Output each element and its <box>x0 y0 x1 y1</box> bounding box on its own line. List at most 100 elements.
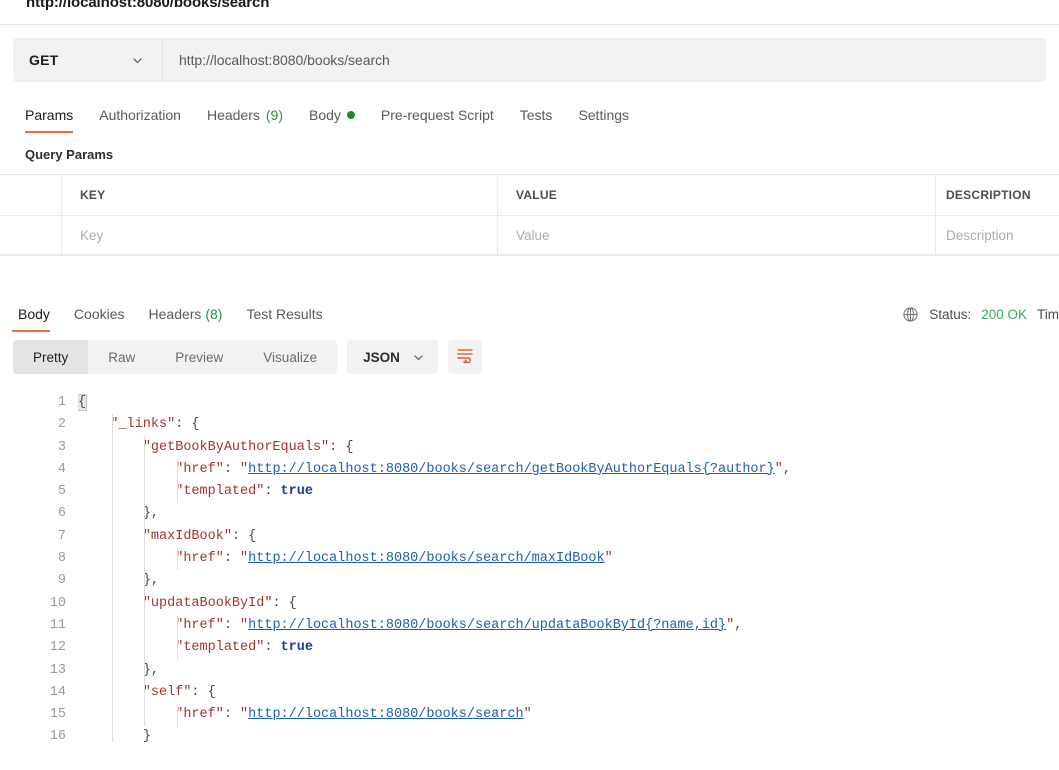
row-checkbox-gutter[interactable] <box>0 216 62 254</box>
param-description-placeholder: Description <box>946 227 1014 243</box>
tab-pre-request-script[interactable]: Pre-request Script <box>368 108 507 133</box>
url-row: GET http://localhost:8080/books/search <box>0 25 1059 82</box>
tab-label: Pre-request Script <box>380 107 494 123</box>
response-tab-body[interactable]: Body <box>6 307 62 332</box>
indent-guide <box>176 458 178 504</box>
response-tab-cookies[interactable]: Cookies <box>62 307 137 332</box>
tab-params[interactable]: Params <box>20 108 86 133</box>
wrap-lines-button[interactable] <box>447 340 482 374</box>
response-tab-test-results[interactable]: Test Results <box>234 307 334 332</box>
response-format-label: JSON <box>363 349 400 365</box>
status-badge: 200 OK <box>981 307 1027 322</box>
json-punctuation: , <box>782 461 791 477</box>
response-code-viewer[interactable]: 1 2 3 4 5 6 7 8 9 10 11 12 13 14 15 16 { "_links": { "g… <box>0 382 1059 742</box>
params-header-description-label: DESCRIPTION <box>946 188 1031 202</box>
view-visualize[interactable]: Visualize <box>243 340 337 374</box>
json-url-link[interactable]: http://localhost:8080/books/search/getBo… <box>248 462 775 477</box>
line-number: 8 <box>57 551 66 567</box>
line-number: 13 <box>49 662 66 678</box>
json-punctuation: : { <box>272 595 297 611</box>
json-boolean: true <box>280 640 313 656</box>
params-table-tail <box>0 256 1059 270</box>
tab-settings[interactable]: Settings <box>565 108 642 133</box>
code-content[interactable]: { "_links": { "getBookByAuthorEquals": {… <box>78 392 1059 742</box>
response-tab-label: Body <box>18 306 50 322</box>
json-punctuation: , <box>734 617 743 633</box>
code-line: } <box>78 726 1059 742</box>
params-header-value-label: VALUE <box>516 188 558 202</box>
json-url-link[interactable]: http://localhost:8080/books/search/updat… <box>248 618 726 633</box>
code-line: "getBookByAuthorEquals": { <box>78 437 1059 459</box>
view-raw[interactable]: Raw <box>88 340 155 374</box>
table-row[interactable]: Key Value Description <box>0 216 1059 255</box>
query-params-heading: Query Params <box>25 147 114 162</box>
response-tab-label: Headers <box>148 306 202 322</box>
json-punctuation: }, <box>142 662 160 678</box>
code-line: "updataBookById": { <box>78 593 1059 615</box>
json-punctuation: }, <box>142 573 160 589</box>
url-input-value: http://localhost:8080/books/search <box>179 52 390 68</box>
json-punctuation: }, <box>142 506 160 522</box>
code-line: "templated": true <box>78 481 1059 503</box>
line-number: 15 <box>49 707 66 723</box>
tab-body[interactable]: Body <box>296 108 368 133</box>
param-description-input[interactable]: Description <box>936 216 1059 254</box>
param-key-placeholder: Key <box>80 227 104 243</box>
params-table-header-row: KEY VALUE DESCRIPTION <box>0 175 1059 216</box>
line-number: 6 <box>57 506 66 522</box>
tab-authorization[interactable]: Authorization <box>86 108 194 133</box>
line-number: 7 <box>57 528 66 544</box>
chevron-down-icon <box>412 351 425 364</box>
json-url-link[interactable]: http://localhost:8080/books/search <box>248 707 523 722</box>
response-format-dropdown[interactable]: JSON <box>347 340 438 374</box>
response-tab-headers[interactable]: Headers (8) <box>137 307 235 332</box>
view-preview[interactable]: Preview <box>155 340 243 374</box>
code-line: { <box>78 392 1059 414</box>
method-label: GET <box>29 52 59 68</box>
method-dropdown[interactable]: GET <box>13 38 163 82</box>
response-body-toolbar: Pretty Raw Preview Visualize JSON <box>0 332 1059 382</box>
indent-guide <box>176 615 178 660</box>
url-input[interactable]: http://localhost:8080/books/search <box>163 38 1046 82</box>
code-line: "href": "http://localhost:8080/books/sea… <box>78 704 1059 726</box>
json-punctuation: : <box>223 707 241 723</box>
view-pretty[interactable]: Pretty <box>13 340 89 374</box>
chevron-down-icon <box>131 54 144 67</box>
globe-icon <box>902 306 919 323</box>
params-header-key-label: KEY <box>80 188 106 202</box>
response-section-gap <box>0 270 1059 292</box>
json-punctuation: : <box>223 617 241 633</box>
line-number: 2 <box>57 417 66 433</box>
indent-guide <box>176 704 178 727</box>
line-number: 14 <box>49 684 66 700</box>
view-label: Visualize <box>263 349 318 365</box>
code-line: }, <box>78 570 1059 592</box>
json-punctuation: : { <box>175 417 200 433</box>
tab-label: Params <box>25 107 74 123</box>
json-key: "updataBookById" <box>142 595 273 611</box>
json-url-link[interactable]: http://localhost:8080/books/search/maxId… <box>248 551 604 566</box>
json-punctuation: : { <box>191 684 216 700</box>
json-key: "href" <box>175 617 224 633</box>
request-tabs: Params Authorization Headers (9) Body Pre-req… <box>0 91 1059 133</box>
line-number: 1 <box>57 395 66 410</box>
code-line-numbers: 1 2 3 4 5 6 7 8 9 10 11 12 13 14 15 16 <box>0 392 78 742</box>
param-value-input[interactable]: Value <box>498 216 936 254</box>
line-number: 16 <box>49 729 66 742</box>
line-number: 5 <box>57 484 66 500</box>
tab-count-badge: (9) <box>265 107 283 123</box>
param-key-input[interactable]: Key <box>62 216 498 254</box>
code-line: "self": { <box>78 682 1059 704</box>
tab-tests[interactable]: Tests <box>507 108 566 133</box>
view-label: Raw <box>108 349 136 365</box>
tab-headers[interactable]: Headers (9) <box>194 108 296 133</box>
